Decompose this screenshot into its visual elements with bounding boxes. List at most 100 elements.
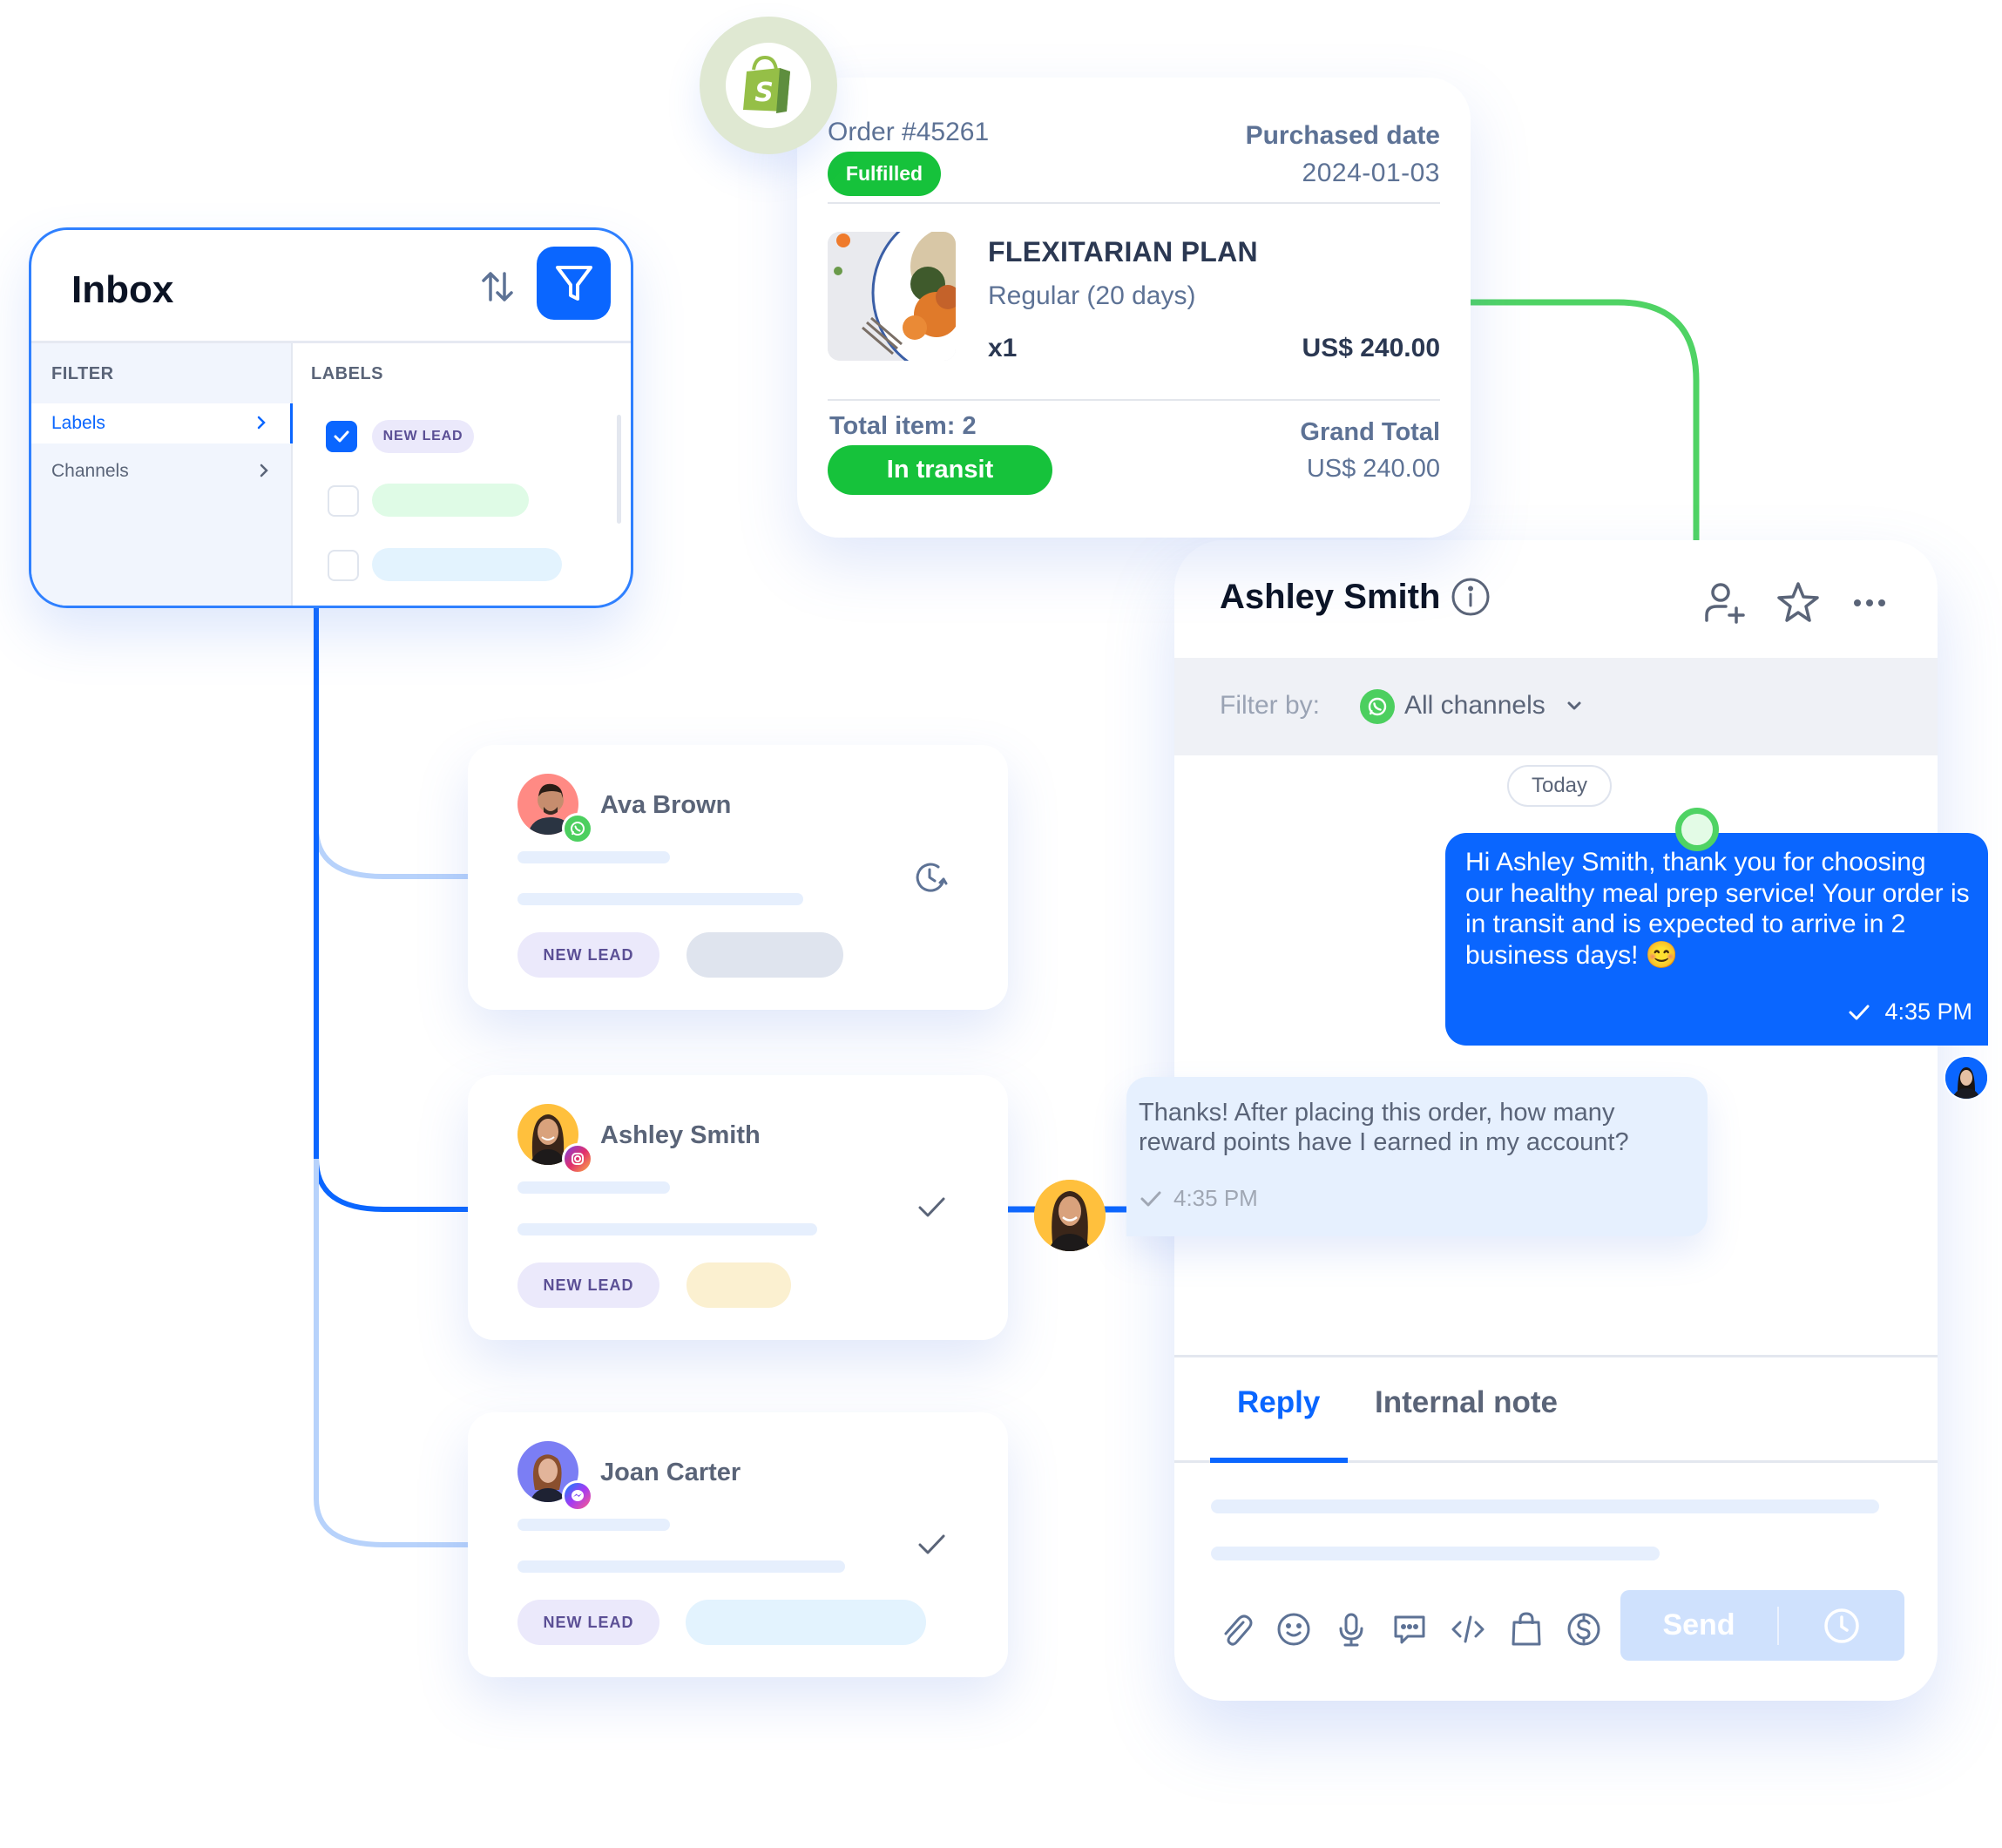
message-meta: 4:35 PM — [1846, 998, 1972, 1026]
chat-template-icon[interactable] — [1390, 1610, 1429, 1648]
product-quantity: x1 — [988, 334, 1018, 362]
customer-avatar — [1034, 1180, 1106, 1251]
filter-item-label: Channels — [51, 461, 129, 481]
whatsapp-badge-icon — [562, 813, 593, 844]
sort-button[interactable] — [476, 265, 519, 308]
product-title: FLEXITARIAN PLAN — [988, 236, 1258, 267]
check-icon — [334, 430, 349, 443]
tab-reply[interactable]: Reply — [1237, 1385, 1320, 1420]
channel-filter-dropdown[interactable]: All channels — [1404, 691, 1584, 721]
message-meta: 4:35 PM — [1139, 1185, 1258, 1212]
label-pill-blue[interactable] — [686, 1600, 926, 1645]
instagram-badge-icon — [562, 1143, 593, 1174]
message-preview-placeholder — [517, 851, 670, 863]
label-checkbox-3[interactable] — [328, 550, 359, 581]
conversation-card-ashley-smith[interactable]: Ashley Smith NEW LEAD — [468, 1075, 1008, 1340]
filter-item-label: Labels — [51, 413, 105, 433]
schedule-send-button[interactable] — [1779, 1606, 1904, 1646]
total-items: Total item: 2 — [829, 412, 977, 440]
contact-name: Ashley Smith — [600, 1121, 761, 1149]
clock-icon — [1824, 1608, 1859, 1643]
message-preview-placeholder — [517, 1519, 670, 1531]
messenger-badge-icon — [562, 1480, 593, 1512]
filter-sidebar: FILTER Labels Channels — [31, 343, 293, 606]
label-pill-gray[interactable] — [686, 932, 843, 978]
composer-input-placeholder[interactable] — [1211, 1499, 1879, 1513]
shopify-bag-icon: S — [743, 56, 790, 113]
assign-user-icon[interactable] — [1701, 579, 1750, 627]
message-time: 4:35 PM — [1173, 1185, 1258, 1211]
connector-ashley — [314, 610, 469, 1212]
message-time: 4:35 PM — [1884, 998, 1972, 1025]
code-icon[interactable] — [1449, 1610, 1487, 1648]
label-new-lead[interactable]: NEW LEAD — [517, 1262, 659, 1308]
labels-heading: LABELS — [311, 364, 383, 383]
purchased-date: 2024-01-03 — [1302, 159, 1440, 187]
more-options-icon[interactable] — [1845, 579, 1894, 627]
tab-internal-note[interactable]: Internal note — [1375, 1385, 1558, 1420]
incoming-message: Thanks! After placing this order, how ma… — [1126, 1077, 1708, 1236]
filter-item-labels[interactable]: Labels — [31, 403, 293, 443]
contact-name-title: Ashley Smith — [1220, 577, 1441, 616]
resolve-button[interactable] — [912, 1526, 950, 1564]
info-icon[interactable] — [1451, 577, 1491, 617]
composer-input-placeholder[interactable] — [1211, 1547, 1660, 1560]
product-variant: Regular (20 days) — [988, 281, 1196, 310]
read-check-icon — [1140, 1191, 1161, 1206]
label-pill-blue[interactable] — [372, 548, 562, 581]
product-price: US$ 240.00 — [1302, 334, 1440, 362]
svg-text:S: S — [754, 78, 774, 108]
grand-total-value: US$ 240.00 — [1306, 455, 1440, 483]
contact-name: Ava Brown — [600, 791, 732, 819]
label-checkbox-2[interactable] — [328, 485, 359, 517]
send-button[interactable]: Send — [1620, 1590, 1904, 1661]
connector-joan — [314, 1159, 469, 1547]
filter-button[interactable] — [537, 247, 611, 320]
outgoing-message: Hi Ashley Smith, thank you for choosing … — [1445, 833, 1988, 1046]
star-icon[interactable] — [1774, 579, 1823, 627]
label-new-lead[interactable]: NEW LEAD — [517, 1600, 659, 1645]
channel-filter-value: All channels — [1404, 691, 1545, 720]
label-pill-green[interactable] — [372, 484, 529, 517]
filter-item-channels[interactable]: Channels — [31, 451, 293, 491]
emoji-icon[interactable] — [1275, 1610, 1313, 1648]
conversation-header: Ashley Smith — [1220, 577, 1491, 617]
label-new-lead[interactable]: NEW LEAD — [517, 932, 659, 978]
channel-filter-bar: Filter by: All channels — [1174, 658, 1938, 755]
message-preview-placeholder — [517, 1560, 845, 1573]
snooze-clock-icon — [916, 863, 948, 892]
shipping-status-badge: In transit — [828, 445, 1052, 495]
message-preview-placeholder — [517, 1181, 670, 1194]
contact-name: Joan Carter — [600, 1459, 741, 1486]
sent-check-icon — [1849, 1005, 1870, 1019]
divider — [828, 399, 1440, 401]
labels-scrollbar[interactable] — [617, 415, 621, 524]
message-preview-placeholder — [517, 893, 803, 905]
inbox-filter-panel: Inbox FILTER Labels Channels LABELS NEW … — [29, 227, 633, 608]
grand-total-label: Grand Total — [1300, 418, 1440, 446]
conversation-card-ava-brown[interactable]: Ava Brown NEW LEAD — [468, 745, 1008, 1010]
label-checkbox-new-lead[interactable] — [326, 421, 357, 452]
connector-ava — [314, 610, 469, 879]
snooze-button[interactable] — [912, 858, 950, 897]
shopping-bag-icon[interactable] — [1507, 1610, 1545, 1648]
check-icon — [918, 1534, 945, 1554]
agent-avatar — [1944, 1055, 1989, 1100]
divider — [828, 202, 1440, 204]
resolve-button[interactable] — [912, 1188, 950, 1227]
order-number: Order #45261 — [828, 118, 990, 146]
dollar-icon[interactable] — [1565, 1610, 1603, 1648]
whatsapp-icon — [1360, 689, 1395, 724]
paperclip-icon[interactable] — [1217, 1610, 1255, 1648]
microphone-icon[interactable] — [1332, 1610, 1370, 1648]
conversation-card-joan-carter[interactable]: Joan Carter NEW LEAD — [468, 1412, 1008, 1677]
message-preview-placeholder — [517, 1223, 817, 1235]
inbox-title: Inbox — [71, 268, 174, 311]
send-label: Send — [1662, 1608, 1735, 1642]
filter-heading: FILTER — [51, 364, 114, 383]
purchased-date-label: Purchased date — [1245, 121, 1440, 150]
label-pill-yellow[interactable] — [686, 1262, 791, 1308]
check-icon — [918, 1197, 945, 1217]
label-new-lead[interactable]: NEW LEAD — [372, 420, 474, 453]
order-card: Order #45261 Fulfilled Purchased date 20… — [797, 78, 1471, 538]
